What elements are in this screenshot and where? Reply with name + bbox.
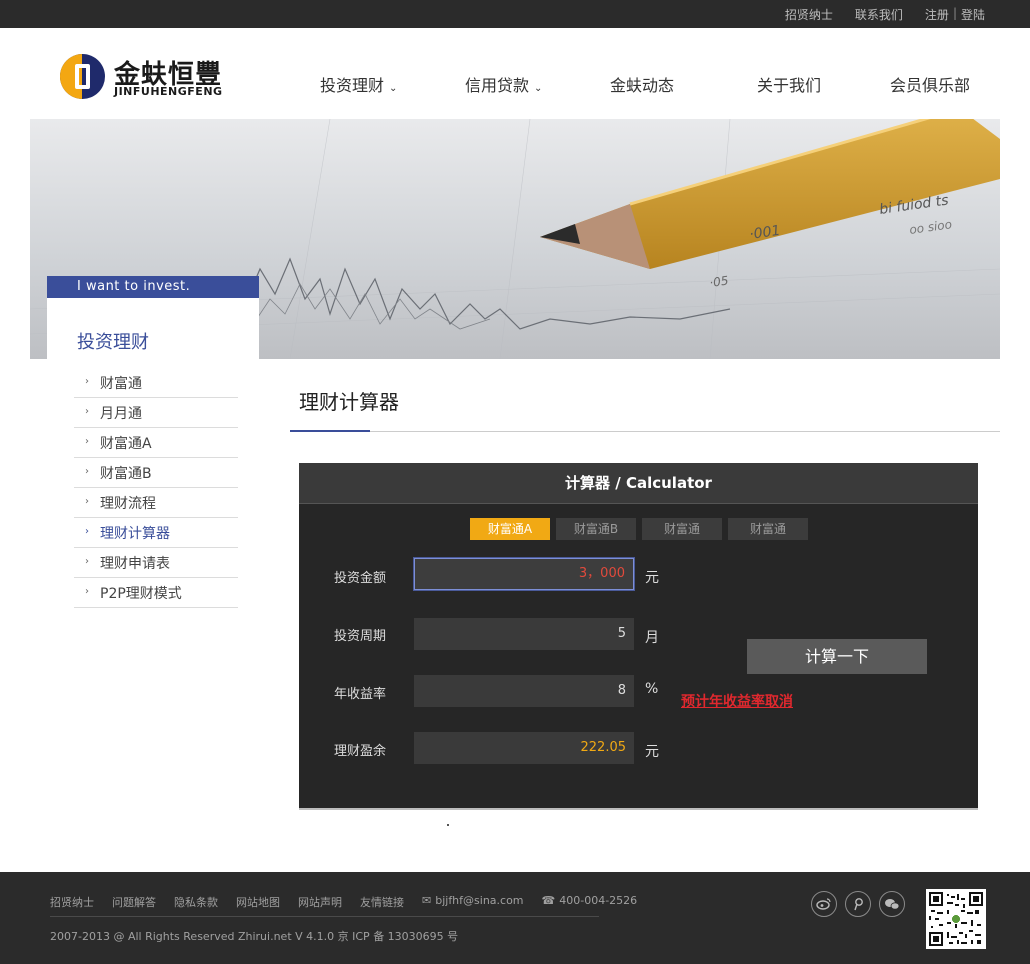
footer-phone-text: 400-004-2526 xyxy=(559,894,638,907)
footer-phone: ☎ 400-004-2526 xyxy=(542,894,638,910)
period-label: 投资周期 xyxy=(334,629,387,644)
sidebar-item-label: 月月通 xyxy=(100,405,142,422)
chevron-right-icon: › xyxy=(85,586,89,597)
profit-label: 理财盈余 xyxy=(334,744,387,759)
footer: 招贤纳士 问题解答 隐私条款 网站地图 网站声明 友情链接 ✉ bjjfhf@si… xyxy=(0,872,1030,964)
nav-item-invest[interactable]: 投资理财 ⌄ xyxy=(320,72,397,96)
sidebar-item-caifutong-a[interactable]: › 财富通A xyxy=(74,428,238,458)
sidebar-item-caifutong[interactable]: › 财富通 xyxy=(74,368,238,398)
contact-link[interactable]: 联系我们 xyxy=(855,6,903,23)
product-tabs: 财富通A 财富通B 财富通 财富通 xyxy=(470,518,808,540)
chevron-right-icon: › xyxy=(85,436,89,447)
amount-label: 投资金额 xyxy=(334,571,387,586)
banner-number-2: ·05 xyxy=(708,273,729,290)
sidebar-item-application[interactable]: › 理财申请表 xyxy=(74,548,238,578)
sidebar-item-label: 理财申请表 xyxy=(100,555,170,572)
footer-link-careers[interactable]: 招贤纳士 xyxy=(50,894,94,910)
sidebar-title: 投资理财 xyxy=(77,332,149,353)
sidebar-item-label: 财富通B xyxy=(100,465,152,482)
footer-link-friends[interactable]: 友情链接 xyxy=(360,894,404,910)
tencent-weibo-icon[interactable] xyxy=(845,891,871,917)
nav-item-news[interactable]: 金蚨动态 xyxy=(610,72,674,96)
footer-email-text: bjjfhf@sina.com xyxy=(435,894,524,907)
sidebar-item-process[interactable]: › 理财流程 xyxy=(74,488,238,518)
chevron-right-icon: › xyxy=(85,376,89,387)
nav-item-loans[interactable]: 信用贷款 ⌄ xyxy=(465,72,542,96)
sidebar-item-label: 理财计算器 xyxy=(100,525,170,542)
amount-unit: 元 xyxy=(645,570,659,586)
login-link[interactable]: 登陆 xyxy=(961,6,985,23)
footer-link-privacy[interactable]: 隐私条款 xyxy=(174,894,218,910)
banner-number-4: oo sioo xyxy=(908,217,952,237)
footer-link-sitemap[interactable]: 网站地图 xyxy=(236,894,280,910)
cancel-rate-link[interactable]: 预计年收益率取消 xyxy=(681,691,793,711)
nav-item-label: 金蚨动态 xyxy=(610,76,675,95)
footer-divider xyxy=(50,916,599,917)
top-bar: 招贤纳士 联系我们 注册 | 登陆 xyxy=(0,0,1030,28)
logo-mark-icon xyxy=(60,54,105,99)
nav-item-label: 关于我们 xyxy=(757,76,822,95)
chevron-right-icon: › xyxy=(85,556,89,567)
period-input[interactable]: 5 xyxy=(414,618,634,650)
calculate-button[interactable]: 计算一下 xyxy=(747,639,927,674)
title-divider xyxy=(290,431,1000,432)
nav-item-label: 会员俱乐部 xyxy=(890,76,971,95)
profit-unit: 元 xyxy=(645,744,659,760)
careers-link[interactable]: 招贤纳士 xyxy=(785,6,833,23)
footer-copyright: 2007-2013 @ All Rights Reserved Zhirui.n… xyxy=(50,930,459,943)
envelope-icon: ✉ xyxy=(422,894,432,907)
top-separator: | xyxy=(952,6,957,20)
decorative-dot xyxy=(447,824,449,826)
top-links: 招贤纳士 联系我们 注册 | 登陆 xyxy=(785,6,985,23)
period-unit: 月 xyxy=(645,630,659,646)
wechat-icon[interactable] xyxy=(879,891,905,917)
sidebar-item-label: 财富通A xyxy=(100,435,152,452)
weibo-icon[interactable] xyxy=(811,891,837,917)
sidebar-menu: › 财富通 › 月月通 › 财富通A › 财富通B › 理财流程 › 理财计算器… xyxy=(74,368,238,608)
tab-caifutong[interactable]: 财富通 xyxy=(642,518,722,540)
sidebar-item-label: 财富通 xyxy=(100,375,142,392)
banner-number-1: ·001 xyxy=(748,223,781,243)
amount-input[interactable]: 3，000 xyxy=(414,558,634,590)
main-nav: 投资理财 ⌄ 信用贷款 ⌄ 金蚨动态 关于我们 会员俱乐部 xyxy=(300,72,1000,96)
chevron-right-icon: › xyxy=(85,406,89,417)
sidebar-item-label: 理财流程 xyxy=(100,495,156,512)
sidebar-item-yueyuetong[interactable]: › 月月通 xyxy=(74,398,238,428)
logo-name-en: JINFUHENGFENG xyxy=(114,85,223,98)
chevron-right-icon: › xyxy=(85,526,89,537)
rate-label: 年收益率 xyxy=(334,687,387,702)
rate-unit: % xyxy=(645,681,659,697)
logo[interactable]: 金蚨恒豐 JINFUHENGFENG xyxy=(60,54,230,100)
nav-item-about[interactable]: 关于我们 xyxy=(757,72,821,96)
sidebar-item-label: P2P理财模式 xyxy=(100,585,182,602)
tab-caifutong-2[interactable]: 财富通 xyxy=(728,518,808,540)
chevron-down-icon: ⌄ xyxy=(389,83,398,94)
tab-caifutong-a[interactable]: 财富通A xyxy=(470,518,550,540)
chevron-right-icon: › xyxy=(85,496,89,507)
calculator-header: 计算器 / Calculator xyxy=(299,463,978,504)
tab-caifutong-b[interactable]: 财富通B xyxy=(556,518,636,540)
invest-tagline: I want to invest. xyxy=(47,276,259,298)
nav-item-label: 信用贷款 xyxy=(465,76,530,95)
chevron-right-icon: › xyxy=(85,466,89,477)
sidebar-item-caifutong-b[interactable]: › 财富通B xyxy=(74,458,238,488)
nav-item-label: 投资理财 xyxy=(320,76,385,95)
qr-code-image xyxy=(926,889,986,949)
chevron-down-icon: ⌄ xyxy=(534,83,543,94)
footer-link-faq[interactable]: 问题解答 xyxy=(112,894,156,910)
calculator-panel: 计算器 / Calculator 财富通A 财富通B 财富通 财富通 投资金额 … xyxy=(299,463,978,810)
register-link[interactable]: 注册 xyxy=(925,6,949,23)
profit-output: 222.05 xyxy=(414,732,634,764)
sidebar-item-calculator[interactable]: › 理财计算器 xyxy=(74,518,238,548)
nav-item-club[interactable]: 会员俱乐部 xyxy=(890,72,970,96)
phone-icon: ☎ xyxy=(541,894,556,907)
footer-links: 招贤纳士 问题解答 隐私条款 网站地图 网站声明 友情链接 ✉ bjjfhf@si… xyxy=(50,894,637,910)
footer-link-statement[interactable]: 网站声明 xyxy=(298,894,342,910)
title-accent-bar xyxy=(290,430,370,432)
sidebar-item-p2p[interactable]: › P2P理财模式 xyxy=(74,578,238,608)
footer-email[interactable]: ✉ bjjfhf@sina.com xyxy=(422,894,524,910)
rate-input[interactable]: 8 xyxy=(414,675,634,707)
page-title: 理财计算器 xyxy=(299,390,399,414)
